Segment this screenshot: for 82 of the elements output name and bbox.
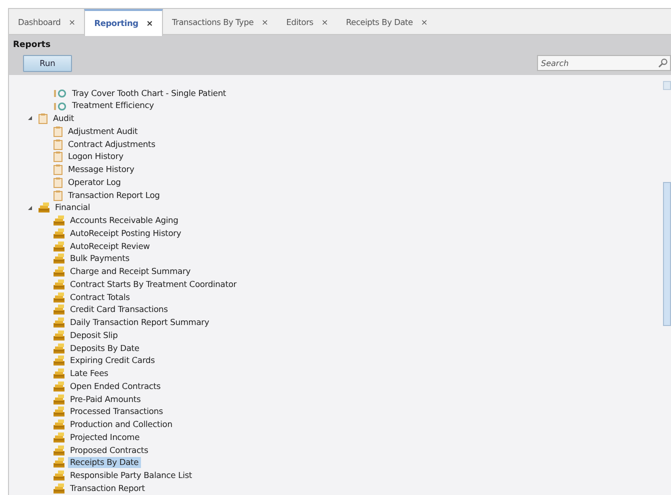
clipboard-icon — [53, 190, 63, 201]
tree-item[interactable]: Contract Adjustments — [66, 138, 158, 150]
tree-item[interactable]: Operator Log — [66, 176, 123, 188]
tree-item[interactable]: Tray Cover Tooth Chart - Single Patient — [70, 88, 228, 99]
tree-item[interactable]: Deposit Slip — [68, 330, 120, 341]
clipboard-icon — [53, 176, 63, 188]
tree-item[interactable]: Credit Card Transactions — [68, 304, 170, 316]
group-title: Reports — [13, 39, 52, 52]
coins-icon — [53, 253, 65, 264]
clipboard-icon — [53, 126, 63, 137]
coins-icon — [53, 278, 65, 290]
tree-item[interactable]: AutoReceipt Posting History — [68, 228, 184, 239]
chart-icon — [53, 100, 67, 111]
tree-item[interactable]: AutoReceipt Review — [68, 240, 152, 252]
clipboard-icon — [53, 138, 63, 150]
close-icon[interactable]: × — [262, 16, 268, 28]
scroll-thumb[interactable] — [663, 182, 671, 326]
close-icon[interactable]: × — [146, 17, 153, 30]
tab[interactable]: Dashboard × — [9, 9, 84, 35]
clipboard-icon — [38, 113, 48, 124]
coins-icon — [53, 240, 65, 252]
coins-icon — [53, 304, 65, 316]
coins-icon — [53, 444, 65, 456]
coins-icon — [53, 317, 65, 328]
coins-icon — [53, 406, 65, 418]
tree-item[interactable]: Adjustment Audit — [66, 126, 140, 137]
tree-item[interactable]: Charge and Receipt Summary — [68, 266, 192, 278]
tree-item[interactable]: Late Fees — [68, 368, 110, 380]
tree-item[interactable]: Projected Income — [68, 432, 142, 443]
coins-icon — [53, 394, 65, 405]
tree-item[interactable]: Proposed Contracts — [68, 444, 150, 456]
coins-icon — [53, 228, 65, 239]
tree-item[interactable]: Audit — [51, 113, 76, 124]
coins-icon — [53, 342, 65, 354]
tree-item[interactable]: Transaction Report — [68, 482, 147, 494]
coins-icon — [53, 432, 65, 443]
coins-icon — [53, 330, 65, 341]
tree-item[interactable]: Contract Starts By Treatment Coordinator — [68, 278, 239, 290]
coins-icon — [53, 380, 65, 392]
coins-icon — [53, 482, 65, 494]
tab[interactable]: Editors × — [277, 9, 337, 35]
tree-item[interactable]: Deposits By Date — [68, 342, 142, 354]
tree-item[interactable]: Treatment Efficiency — [70, 100, 156, 112]
collapse-icon[interactable] — [27, 204, 33, 211]
tree-item[interactable]: Accounts Receivable Aging — [68, 215, 180, 226]
coins-icon — [38, 202, 50, 214]
tree-item[interactable]: Financial — [53, 202, 92, 214]
tree-item[interactable]: Bulk Payments — [68, 253, 132, 264]
close-icon[interactable]: × — [321, 16, 328, 28]
tree-item[interactable]: Daily Transaction Report Summary — [68, 317, 212, 328]
tree-item[interactable]: Receipts By Date — [68, 457, 141, 468]
tree-item[interactable]: Pre-Paid Amounts — [68, 394, 143, 405]
tree-item[interactable]: Responsible Party Balance List — [68, 470, 194, 482]
coins-icon — [53, 355, 65, 366]
chart-icon — [53, 88, 67, 98]
tree-item[interactable]: Logon History — [66, 151, 126, 162]
tree-item[interactable]: Open Ended Contracts — [68, 380, 163, 392]
tab[interactable]: Transactions By Type × — [162, 9, 278, 35]
search-field[interactable]: Search — [537, 55, 671, 72]
clipboard-icon — [53, 164, 63, 176]
coins-icon — [53, 292, 65, 303]
clipboard-icon — [53, 151, 63, 162]
close-icon[interactable]: × — [68, 16, 76, 28]
tab[interactable]: Reporting × — [84, 9, 163, 36]
tree-item[interactable]: Message History — [66, 164, 136, 176]
coins-icon — [53, 215, 65, 226]
tree-item[interactable]: Transaction Report Log — [66, 190, 162, 201]
coins-icon — [53, 470, 65, 482]
tab[interactable]: Receipts By Date × — [337, 9, 437, 35]
coins-icon — [53, 457, 65, 468]
run-button[interactable]: Run — [23, 54, 72, 72]
tree-item[interactable]: Expiring Credit Cards — [68, 355, 157, 366]
close-icon[interactable]: × — [420, 16, 428, 28]
tree-item[interactable]: Processed Transactions — [68, 406, 165, 418]
tree-item[interactable]: Contract Totals — [68, 292, 132, 303]
coins-icon — [53, 266, 65, 278]
tree-item[interactable]: Production and Collection — [68, 419, 174, 430]
coins-icon — [53, 419, 65, 430]
search-icon — [658, 58, 668, 68]
coins-icon — [53, 368, 65, 380]
collapse-icon[interactable] — [27, 115, 33, 122]
scroll-up-button[interactable] — [663, 80, 671, 90]
